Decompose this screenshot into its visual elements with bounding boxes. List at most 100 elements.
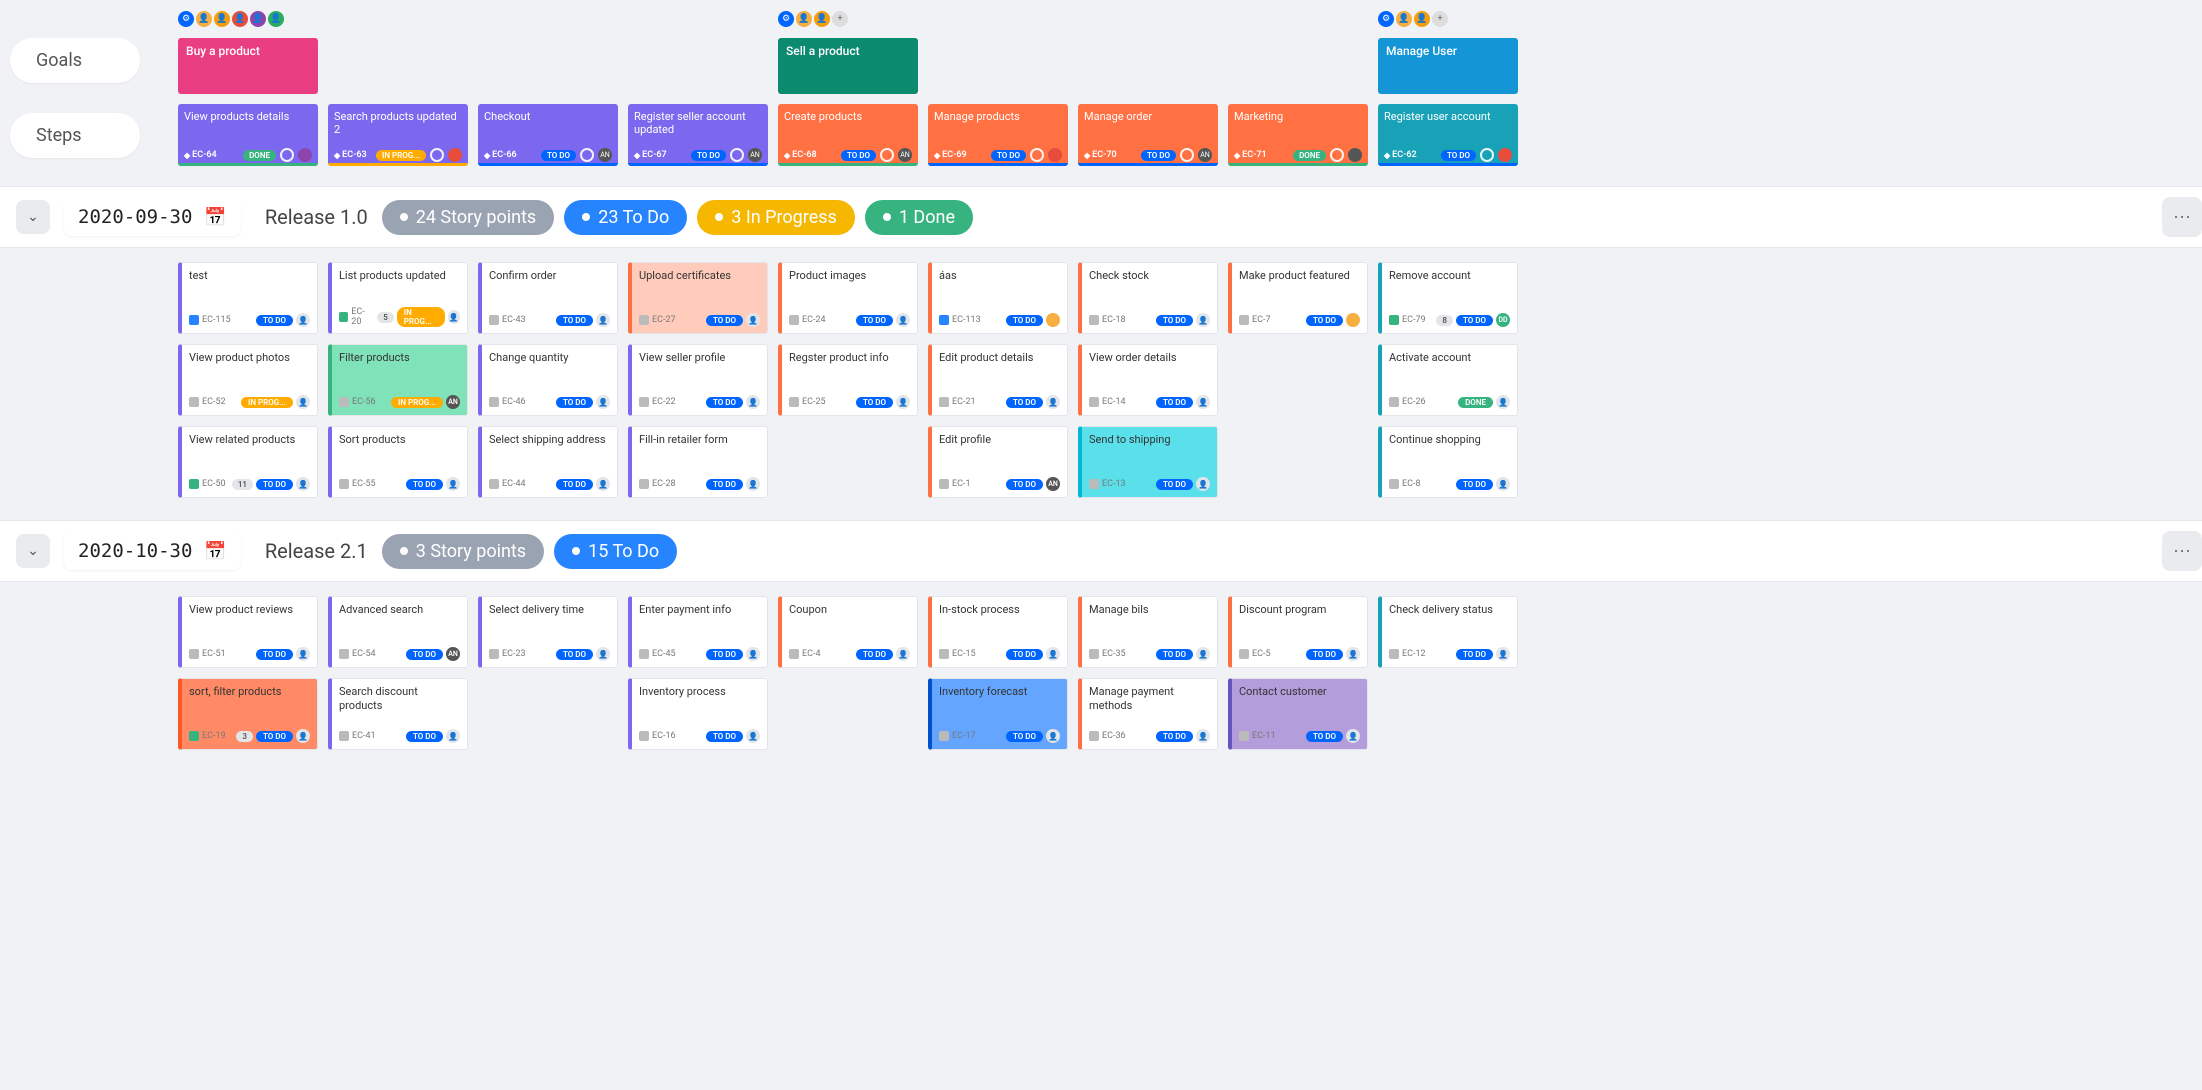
story-card[interactable]: Discount programEC-5TO DO👤 [1228,596,1368,668]
goal-card[interactable]: Manage User [1378,38,1518,94]
unassigned-icon[interactable]: 👤 [596,477,610,491]
story-card[interactable]: Change quantityEC-46TO DO👤 [478,344,618,416]
unassigned-icon[interactable]: 👤 [1196,313,1210,327]
unassigned-icon[interactable]: 👤 [296,313,310,327]
story-card[interactable]: Edit profileEC-1TO DOAN [928,426,1068,498]
story-card[interactable]: Regster product infoEC-25TO DO👤 [778,344,918,416]
unassigned-icon[interactable]: 👤 [296,647,310,661]
collapse-button[interactable]: ⌄ [16,534,50,568]
unassigned-icon[interactable]: 👤 [596,313,610,327]
unassigned-icon[interactable]: 👤 [1496,477,1510,491]
unassigned-icon[interactable]: 👤 [746,313,760,327]
release-name[interactable]: Release 1.0 [265,205,368,229]
story-card[interactable]: Manage payment methodsEC-36TO DO👤 [1078,678,1218,750]
release-name[interactable]: Release 2.1 [265,539,368,563]
step-card[interactable]: Register user accountEC-62TO DO [1378,104,1518,166]
more-actions-button[interactable]: ⋯ [2162,197,2202,237]
story-card[interactable]: Select delivery timeEC-23TO DO👤 [478,596,618,668]
persona-avatar[interactable]: 👤 [250,11,266,27]
story-card[interactable]: View seller profileEC-22TO DO👤 [628,344,768,416]
assignee-avatar[interactable] [1048,148,1062,162]
stat-pill[interactable]: 15 To Do [554,534,677,569]
unassigned-icon[interactable]: 👤 [896,647,910,661]
unassigned-icon[interactable]: 👤 [1196,647,1210,661]
story-card[interactable]: List products updatedEC-205IN PROG...👤 [328,262,468,334]
gear-icon[interactable]: ⚙ [778,11,794,27]
step-card[interactable]: View products detailsEC-64DONE [178,104,318,166]
story-card[interactable]: In-stock processEC-15TO DO👤 [928,596,1068,668]
assignee-avatar[interactable]: AN [446,647,460,661]
assignee-avatar[interactable] [1046,313,1060,327]
assignee-avatar[interactable]: AN [898,148,912,162]
release-date[interactable]: 2020-10-30📅 [64,532,241,570]
story-card[interactable]: Remove accountEC-798TO DODD [1378,262,1518,334]
unassigned-icon[interactable]: 👤 [896,395,910,409]
story-card[interactable]: Enter payment infoEC-45TO DO👤 [628,596,768,668]
stat-pill[interactable]: 1 Done [865,200,973,235]
assignee-avatar[interactable]: DD [1496,313,1510,327]
persona-avatar[interactable]: 👤 [214,11,230,27]
gear-icon[interactable]: ⚙ [178,11,194,27]
add-persona-icon[interactable]: + [1432,11,1448,27]
unassigned-icon[interactable]: 👤 [1196,477,1210,491]
step-card[interactable]: CheckoutEC-66TO DOAN [478,104,618,166]
story-card[interactable]: sort, filter productsEC-193TO DO👤 [178,678,318,750]
persona-avatar[interactable]: 👤 [1396,11,1412,27]
add-persona-icon[interactable]: + [832,11,848,27]
unassigned-icon[interactable]: 👤 [1046,729,1060,743]
story-card[interactable]: Advanced searchEC-54TO DOAN [328,596,468,668]
stat-pill[interactable]: 3 Story points [382,534,544,569]
assignee-avatar[interactable] [1346,313,1360,327]
more-actions-button[interactable]: ⋯ [2162,531,2202,571]
assignee-avatar[interactable] [1348,148,1362,162]
goal-card[interactable]: Buy a product [178,38,318,94]
unassigned-icon[interactable]: 👤 [746,395,760,409]
story-card[interactable]: View order detailsEC-14TO DO👤 [1078,344,1218,416]
assignee-avatar[interactable] [298,148,312,162]
story-card[interactable]: View product reviewsEC-51TO DO👤 [178,596,318,668]
persona-avatar[interactable]: 👤 [196,11,212,27]
step-card[interactable]: Register seller account updatedEC-67TO D… [628,104,768,166]
unassigned-icon[interactable]: 👤 [448,310,460,324]
unassigned-icon[interactable]: 👤 [1046,647,1060,661]
assignee-avatar[interactable]: AN [598,148,612,162]
story-card[interactable]: Contact customerEC-11TO DO👤 [1228,678,1368,750]
release-date[interactable]: 2020-09-30📅 [64,198,241,236]
unassigned-icon[interactable]: 👤 [896,313,910,327]
story-card[interactable]: Search discount productsEC-41TO DO👤 [328,678,468,750]
unassigned-icon[interactable]: 👤 [296,729,310,743]
unassigned-icon[interactable]: 👤 [1196,729,1210,743]
story-card[interactable]: CouponEC-4TO DO👤 [778,596,918,668]
story-card[interactable]: Fill-in retailer formEC-28TO DO👤 [628,426,768,498]
step-card[interactable]: Create productsEC-68TO DOAN [778,104,918,166]
step-card[interactable]: Search products updated 2EC-63IN PROG... [328,104,468,166]
unassigned-icon[interactable]: 👤 [296,395,310,409]
story-card[interactable]: Upload certificatesEC-27TO DO👤 [628,262,768,334]
gear-icon[interactable]: ⚙ [1378,11,1394,27]
story-card[interactable]: Filter productsEC-56IN PROG...AN [328,344,468,416]
unassigned-icon[interactable]: 👤 [446,477,460,491]
calendar-icon[interactable]: 📅 [204,207,226,228]
unassigned-icon[interactable]: 👤 [596,647,610,661]
unassigned-icon[interactable]: 👤 [746,647,760,661]
assignee-avatar[interactable] [1498,148,1512,162]
story-card[interactable]: Manage bilsEC-35TO DO👤 [1078,596,1218,668]
story-card[interactable]: Inventory forecastEC-17TO DO👤 [928,678,1068,750]
story-card[interactable]: View product photosEC-52IN PROG...👤 [178,344,318,416]
unassigned-icon[interactable]: 👤 [1196,395,1210,409]
story-card[interactable]: Activate accountEC-26DONE👤 [1378,344,1518,416]
story-card[interactable]: Select shipping addressEC-44TO DO👤 [478,426,618,498]
assignee-avatar[interactable] [448,148,462,162]
stat-pill[interactable]: 24 Story points [382,200,554,235]
step-card[interactable]: Manage orderEC-70TO DOAN [1078,104,1218,166]
unassigned-icon[interactable]: 👤 [746,729,760,743]
assignee-avatar[interactable]: AN [1198,148,1212,162]
assignee-avatar[interactable]: AN [748,148,762,162]
story-card[interactable]: Edit product detailsEC-21TO DO👤 [928,344,1068,416]
unassigned-icon[interactable]: 👤 [296,477,310,491]
persona-avatar[interactable]: 👤 [1414,11,1430,27]
persona-avatar[interactable]: 👤 [814,11,830,27]
stat-pill[interactable]: 3 In Progress [697,200,855,235]
story-card[interactable]: Inventory processEC-16TO DO👤 [628,678,768,750]
persona-avatar[interactable]: 👤 [232,11,248,27]
